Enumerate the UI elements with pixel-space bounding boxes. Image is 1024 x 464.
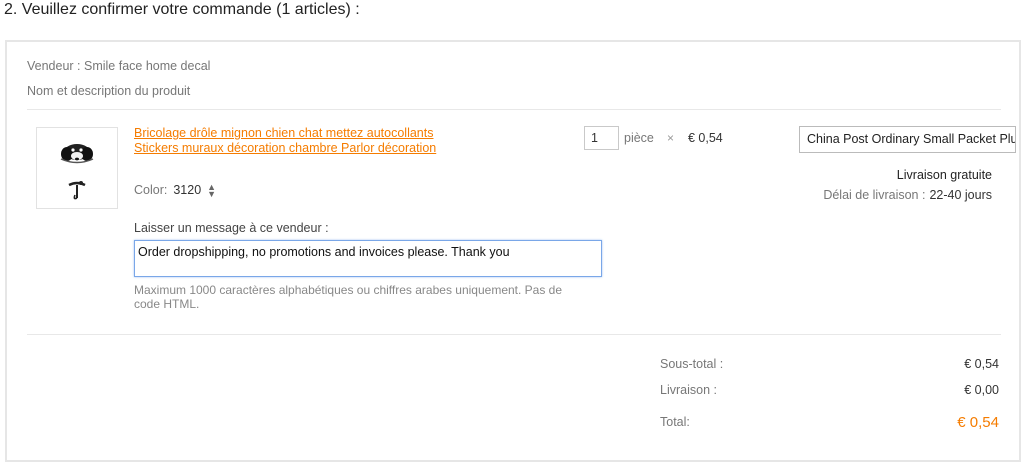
shipping-total-value: € 0,00 [964,383,999,397]
quantity-input[interactable] [584,126,619,150]
delivery-label: Délai de livraison : [823,188,926,202]
product-variant: Color: 3120 ▲ ▼ [134,182,216,198]
dog-sticker-icon [60,144,94,200]
seller-message-input[interactable]: Order dropshipping, no promotions and in… [134,240,602,277]
seller-name: Vendeur : Smile face home decal [27,59,211,73]
divider [27,109,1001,110]
shipping-method-select[interactable]: China Post Ordinary Small Packet Plus [799,126,1016,153]
subtotal-value: € 0,54 [964,357,999,371]
times-sign: × [667,131,675,145]
product-thumbnail[interactable] [36,127,118,209]
product-title-link[interactable]: Bricolage drôle mignon chien chat mettez… [134,126,454,156]
total-value: € 0,54 [957,414,999,431]
total-label: Total: [660,415,690,429]
page-title: 2. Veuillez confirmer votre commande (1 … [4,1,360,18]
message-label: Laisser un message à ce vendeur : [134,221,329,235]
color-label: Color: [134,183,168,197]
delivery-time: Délai de livraison :22-40 jours [823,188,992,202]
product-column-header: Nom et description du produit [27,84,191,98]
message-help-text: Maximum 1000 caractères alphabétiques ou… [134,283,563,311]
color-value: 3120 [173,183,202,197]
divider [27,334,1001,335]
shipping-total-label: Livraison : [660,383,717,397]
delivery-days: 22-40 jours [929,188,992,202]
shipping-cost: Livraison gratuite [896,168,992,182]
quantity-unit: pièce [624,131,654,145]
order-panel: Vendeur : Smile face home decal Nom et d… [5,40,1021,462]
color-stepper-icon[interactable]: ▲ ▼ [207,182,216,198]
subtotal-label: Sous-total : [660,357,724,371]
unit-price: € 0,54 [688,131,723,145]
